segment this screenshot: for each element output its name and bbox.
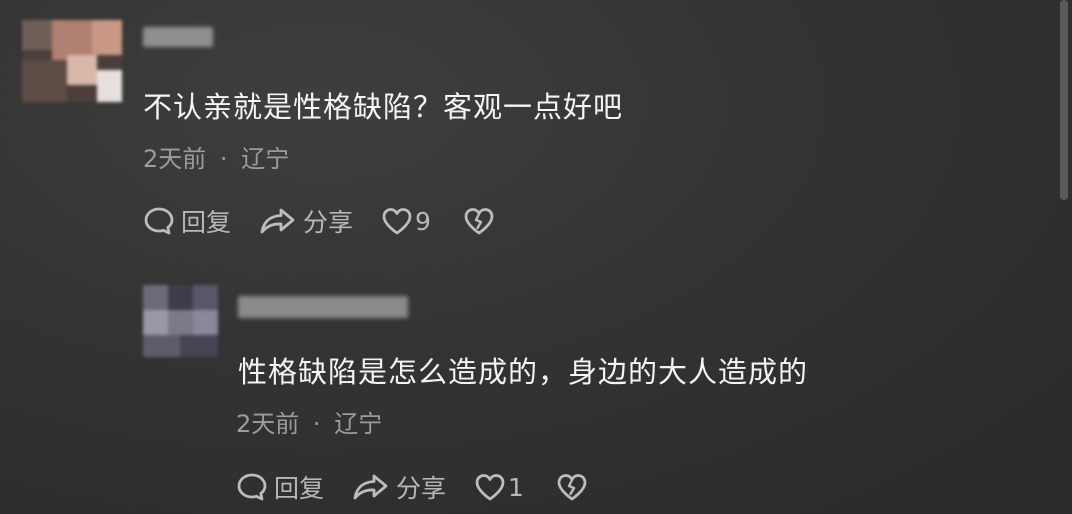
avatar[interactable]	[22, 20, 122, 102]
broken-heart-icon	[557, 474, 587, 501]
like-button[interactable]: 1	[474, 472, 524, 502]
comment-location: 辽宁	[334, 410, 383, 438]
reply-label: 回复	[181, 208, 232, 237]
comment-time: 2天前	[143, 145, 207, 173]
dislike-button[interactable]	[556, 472, 594, 502]
meta-separator: ·	[219, 145, 228, 173]
share-arrow-icon	[260, 208, 295, 234]
comment-bubble-icon	[237, 473, 267, 501]
meta-separator: ·	[312, 410, 321, 438]
comment-actions: 回复 分享 1	[236, 470, 622, 504]
like-button[interactable]: 9	[381, 206, 431, 236]
comment-time: 2天前	[236, 410, 300, 438]
avatar[interactable]	[143, 285, 218, 357]
reply-button[interactable]: 回复	[236, 469, 324, 505]
comment-text: 不认亲就是性格缺陷？客观一点好吧	[143, 90, 624, 124]
heart-icon	[382, 208, 412, 235]
like-count: 1	[508, 472, 524, 502]
comment-text: 性格缺陷是怎么造成的，身边的大人造成的	[238, 355, 809, 389]
share-label: 分享	[396, 474, 447, 503]
like-count: 9	[415, 206, 431, 236]
share-button[interactable]: 分享	[259, 203, 353, 239]
reply-label: 回复	[274, 474, 325, 503]
share-button[interactable]: 分享	[352, 469, 446, 505]
heart-icon	[475, 474, 505, 501]
comment-bubble-icon	[144, 207, 174, 235]
comment-meta: 2天前 · 辽宁	[236, 404, 382, 439]
broken-heart-icon	[464, 208, 494, 235]
comment-meta: 2天前 · 辽宁	[143, 139, 289, 174]
comment-location: 辽宁	[241, 145, 290, 173]
reply-button[interactable]: 回复	[143, 203, 231, 239]
share-label: 分享	[303, 208, 354, 237]
scrollbar[interactable]	[1060, 0, 1068, 200]
share-arrow-icon	[353, 474, 388, 500]
username[interactable]	[143, 27, 213, 47]
comment-thread: { "comments": [ { "content": "不认亲就是性格缺陷？…	[0, 0, 1072, 514]
comment-actions: 回复 分享 9	[143, 204, 529, 238]
username[interactable]	[238, 296, 408, 318]
dislike-button[interactable]	[463, 206, 501, 236]
